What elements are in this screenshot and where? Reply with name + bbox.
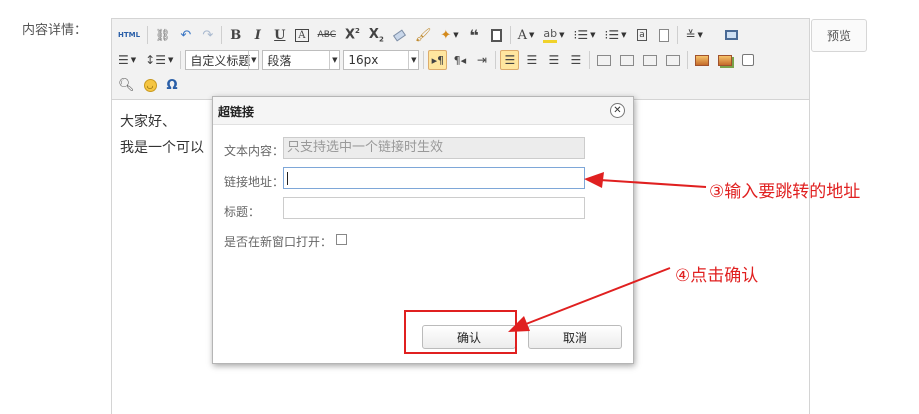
arrow-to-confirm [525,267,671,325]
arrow-to-url-input [599,179,707,188]
arrow-head-url [584,172,604,188]
arrow-head-confirm [508,316,530,332]
page: { "form": { "field_label": "内容详情：" }, "e… [0,0,919,414]
step3-annotation: ③输入要跳转的地址 [709,182,861,202]
annotation-arrows [508,172,707,332]
step4-annotation: ④点击确认 [675,266,759,286]
